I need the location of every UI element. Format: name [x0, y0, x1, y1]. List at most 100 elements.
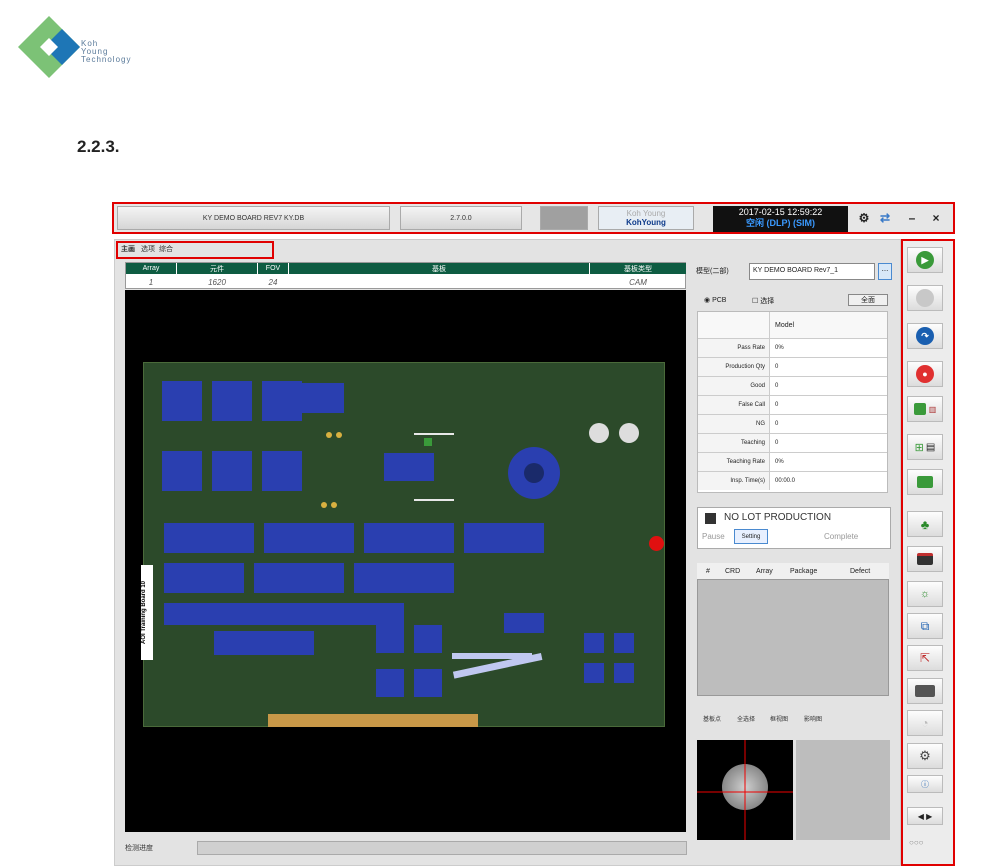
- stats-header-row: Model: [698, 312, 887, 338]
- lightbulb-icon: ☼: [919, 588, 931, 600]
- progress-label: 检测进度: [125, 845, 153, 852]
- tab-general[interactable]: 综合: [159, 244, 173, 254]
- section-number: 2.2.3.: [77, 137, 120, 156]
- model-browse-button[interactable]: ...: [878, 263, 892, 280]
- dots-icon[interactable]: ○○○: [909, 838, 924, 847]
- gears-icon: ⚙: [919, 748, 931, 763]
- clock-icon: ◔: [921, 716, 929, 730]
- start-button[interactable]: ▶: [907, 247, 943, 273]
- pause-button[interactable]: Pause: [702, 532, 725, 541]
- stats-row: Pass Rate 0%: [698, 338, 887, 357]
- keyboard-icon: [915, 685, 935, 697]
- defect-list[interactable]: [697, 563, 889, 696]
- arrows-icon: ◀ ▶: [917, 811, 933, 821]
- info-button[interactable]: ⓘ: [907, 775, 943, 793]
- tab-frame-view[interactable]: 框视图: [770, 714, 788, 723]
- val-component: 1620: [208, 278, 226, 287]
- gold-connector-strip: [268, 714, 478, 727]
- board-label: AOI Training Board 10: [141, 565, 153, 660]
- board-icon: [917, 476, 933, 488]
- light-button[interactable]: ☼: [907, 581, 943, 607]
- fiducial-marker: [649, 536, 664, 551]
- conveyor-icon: ⊞: [914, 441, 924, 454]
- tab-impact-view[interactable]: 影响图: [804, 714, 822, 723]
- redo-icon: ↷: [916, 327, 934, 345]
- stats-row: Insp. Time(s) 00:00.0: [698, 471, 887, 490]
- col-board-type: 基板类型: [590, 263, 686, 274]
- logo-button[interactable]: [540, 206, 588, 230]
- board-button[interactable]: [907, 469, 943, 495]
- copy-button[interactable]: ⧉: [907, 613, 943, 639]
- col-array: Array: [126, 263, 176, 274]
- keyboard-button[interactable]: [907, 678, 943, 704]
- val-board-type: CAM: [629, 278, 647, 287]
- secondary-view: [796, 740, 890, 840]
- board-file-field: KY DEMO BOARD REV7 KY.DB: [117, 206, 390, 230]
- bar-chart-icon: ▥: [928, 404, 937, 414]
- model-name-field[interactable]: KY DEMO BOARD Rev7_1: [749, 263, 875, 280]
- tab-board-points[interactable]: 基板点: [703, 714, 721, 723]
- radio-pcb[interactable]: ◉ PCB: [704, 296, 726, 304]
- disabled-circle-icon: [916, 289, 934, 307]
- setting-button[interactable]: Setting: [734, 529, 768, 544]
- export-icon: ⇱: [919, 651, 931, 665]
- select-all-button[interactable]: 全面: [848, 294, 888, 306]
- defect-col-index: #: [706, 568, 710, 575]
- val-array: 1: [148, 278, 154, 287]
- lot-status-icon: [705, 513, 716, 524]
- users-button[interactable]: ♣: [907, 511, 943, 537]
- history-button[interactable]: ◔: [907, 710, 943, 736]
- minimize-button[interactable]: –: [904, 210, 920, 226]
- close-button[interactable]: ×: [928, 210, 944, 226]
- val-fov: 24: [268, 278, 278, 287]
- defect-col-defect: Defect: [850, 568, 871, 575]
- stats-row: Good 0: [698, 376, 887, 395]
- stop-button[interactable]: ●: [907, 361, 943, 387]
- stop-icon: ●: [916, 365, 934, 383]
- tab-select-all[interactable]: 全选择: [737, 714, 755, 723]
- gear-settings-button[interactable]: ⚙: [907, 743, 943, 769]
- board-stats-button[interactable]: ▥: [907, 396, 943, 422]
- pcb-board-image[interactable]: [143, 362, 665, 727]
- complete-button[interactable]: Complete: [824, 532, 858, 541]
- export-button[interactable]: ⇱: [907, 645, 943, 671]
- stats-row: Teaching Rate 0%: [698, 452, 887, 471]
- col-fov: FOV: [258, 263, 288, 274]
- pause-disabled-button[interactable]: [907, 285, 943, 311]
- info-icon: ⓘ: [921, 779, 929, 789]
- defect-col-package: Package: [790, 568, 818, 575]
- pcb-components: [162, 381, 639, 697]
- calendar-icon: [917, 553, 933, 565]
- inspection-info-table: Array 元件 FOV 基板 基板类型 1 1620 24 CAM: [125, 262, 686, 289]
- navigate-button[interactable]: ◀ ▶: [907, 807, 943, 825]
- checkbox-select[interactable]: ☐ 选择: [752, 296, 774, 306]
- tab-main[interactable]: 主画: [121, 244, 135, 254]
- brand-field: Koh Young KohYoung: [598, 206, 694, 230]
- datetime-status: 2017-02-15 12:59:22 空闲 (DLP) (SIM): [713, 206, 848, 232]
- defect-col-array: Array: [756, 568, 773, 575]
- play-icon: ▶: [916, 251, 934, 269]
- stats-row: Production Qty 0: [698, 357, 887, 376]
- refresh-icon[interactable]: ⇄: [877, 210, 893, 226]
- col-board: 基板: [289, 263, 589, 274]
- settings-gear-icon[interactable]: ⚙: [856, 210, 872, 226]
- copy-icon: ⧉: [920, 618, 930, 633]
- save-icon: ▤: [925, 441, 936, 453]
- company-logo-icon: [18, 16, 80, 78]
- calendar-button[interactable]: [907, 546, 943, 572]
- lot-title: NO LOT PRODUCTION: [724, 512, 832, 523]
- next-button[interactable]: ↷: [907, 323, 943, 349]
- defect-col-crd: CRD: [725, 568, 741, 575]
- conveyor-button[interactable]: ⊞ ▤: [907, 434, 943, 460]
- model-label: 模型(二部): [696, 268, 729, 275]
- stats-row: NG 0: [698, 414, 887, 433]
- users-icon: ♣: [920, 516, 930, 532]
- board-chart-icon: [913, 403, 926, 415]
- production-stats-table: Model Pass Rate 0% Production Qty 0 Good 0 …: [697, 311, 888, 493]
- stats-row: Teaching 0: [698, 433, 887, 452]
- tab-options[interactable]: 选项: [141, 244, 155, 254]
- stats-row: False Call 0: [698, 395, 887, 414]
- version-field: 2.7.0.0: [400, 206, 522, 230]
- val-board: [289, 276, 589, 289]
- col-component: 元件: [177, 263, 257, 274]
